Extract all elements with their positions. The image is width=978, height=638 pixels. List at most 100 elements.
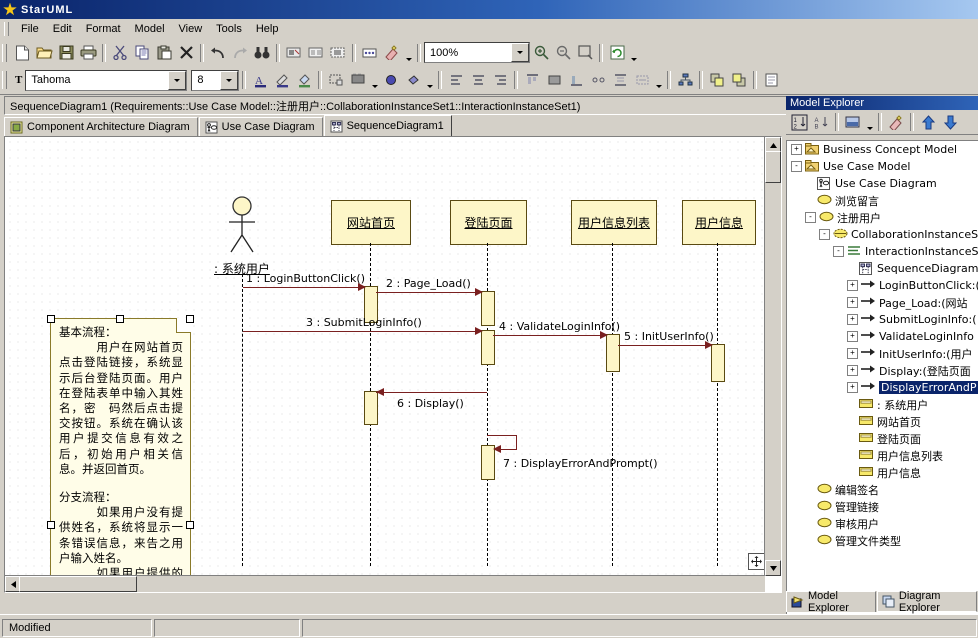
copy-icon[interactable] — [131, 42, 153, 63]
menu-model[interactable]: Model — [128, 21, 172, 37]
fill-color-icon[interactable] — [293, 70, 315, 91]
tree-item[interactable]: : 系统用户 — [787, 396, 978, 413]
properties-brush-icon[interactable] — [885, 112, 907, 133]
ungroup-icon[interactable] — [305, 42, 327, 63]
activation-bar-list-1[interactable] — [606, 334, 620, 372]
format-toolbar-grip[interactable] — [2, 71, 7, 89]
stereotype-none-icon[interactable] — [325, 70, 347, 91]
tree-expander-toggle[interactable]: - — [791, 161, 802, 172]
lifeline-box-user-info-list[interactable]: 用户信息列表 — [571, 200, 657, 245]
print-icon[interactable] — [77, 42, 99, 63]
activation-bar-userinfo-1[interactable] — [711, 344, 725, 382]
note-handle-tr[interactable] — [186, 315, 194, 323]
save-disk-icon[interactable] — [55, 42, 77, 63]
message-line-2[interactable] — [376, 292, 481, 293]
redo-arrow-icon[interactable] — [229, 42, 251, 63]
align-dropdown-arrow[interactable] — [653, 67, 664, 93]
menu-tools[interactable]: Tools — [209, 21, 249, 37]
tree-expander-toggle[interactable]: + — [847, 382, 858, 393]
move-up-arrow-icon[interactable] — [917, 112, 939, 133]
menu-file[interactable]: File — [14, 21, 46, 37]
tree-item[interactable]: 管理文件类型 — [787, 532, 978, 549]
tree-expander-toggle[interactable]: + — [847, 314, 858, 325]
paste-icon[interactable] — [153, 42, 175, 63]
zoom-dropdown-arrow[interactable] — [511, 43, 529, 62]
canvas-vertical-scrollbar[interactable] — [764, 137, 781, 576]
open-folder-icon[interactable] — [33, 42, 55, 63]
stereotype-label-icon[interactable] — [347, 70, 369, 91]
tree-expander-toggle[interactable]: + — [847, 348, 858, 359]
tree-item[interactable]: Use Case Diagram — [787, 175, 978, 192]
tab-use-case-diagram[interactable]: Use Case Diagram — [199, 117, 323, 136]
tree-expander-toggle[interactable]: + — [847, 280, 858, 291]
font-size-combo[interactable]: 8 — [191, 70, 239, 91]
lifeline-box-user-info[interactable]: 用户信息 — [682, 200, 756, 245]
vertical-scroll-thumb[interactable] — [765, 151, 781, 183]
font-size-dropdown-arrow[interactable] — [220, 71, 238, 90]
new-file-icon[interactable] — [11, 42, 33, 63]
gradient-dropdown-arrow[interactable] — [424, 67, 435, 93]
align-left-icon[interactable] — [445, 70, 467, 91]
profile-icon[interactable] — [381, 42, 403, 63]
line-color-icon[interactable] — [271, 70, 293, 91]
stereotype-dropdown-arrow[interactable] — [369, 67, 380, 93]
menu-help[interactable]: Help — [249, 21, 286, 37]
sort-numeric-icon[interactable]: 12 — [788, 112, 810, 133]
align-center-icon[interactable] — [467, 70, 489, 91]
sequence-diagram-canvas[interactable]: 基本流程： 用户在网站首页点击登陆链接，系统显示后台登陆页面。用户在登陆表单中输… — [6, 138, 764, 575]
font-name-combo[interactable]: Tahoma — [25, 70, 187, 91]
message-line-1[interactable] — [243, 287, 365, 288]
profile-dropdown-arrow[interactable] — [403, 40, 414, 66]
tree-item[interactable]: +DisplayErrorAndP — [787, 379, 978, 396]
menu-grip[interactable] — [4, 22, 9, 36]
tree-item[interactable]: +LoginButtonClick:( — [787, 277, 978, 294]
tree-item[interactable]: 管理链接 — [787, 498, 978, 515]
align-right-icon[interactable] — [489, 70, 511, 91]
tree-item[interactable]: 用户信息 — [787, 464, 978, 481]
tab-model-explorer[interactable]: Model Explorer — [786, 591, 876, 612]
model-explorer-tree[interactable]: +Business Concept Model-Use Case ModelUs… — [786, 140, 978, 636]
select-all-icon[interactable] — [327, 42, 349, 63]
layout-icon[interactable] — [674, 70, 696, 91]
align-top-icon[interactable] — [521, 70, 543, 91]
space-horizontal-icon[interactable] — [587, 70, 609, 91]
tree-item[interactable]: +Display:(登陆页面 — [787, 362, 978, 379]
cut-scissors-icon[interactable] — [109, 42, 131, 63]
lifeline-box-login-page[interactable]: 登陆页面 — [450, 200, 527, 245]
pan-move-icon[interactable] — [748, 553, 765, 570]
tree-item[interactable]: +InitUserInfo:(用户 — [787, 345, 978, 362]
tree-item[interactable]: 浏览留言 — [787, 192, 978, 209]
space-vertical-icon[interactable] — [609, 70, 631, 91]
activation-bar-home-2[interactable] — [364, 391, 378, 425]
tree-item[interactable]: +Business Concept Model — [787, 141, 978, 158]
tree-item[interactable]: -CollaborationInstanceSet1 — [787, 226, 978, 243]
horizontal-scroll-thumb[interactable] — [19, 576, 137, 592]
zoom-combo[interactable]: 100% — [424, 42, 530, 63]
message-line-3[interactable] — [243, 331, 481, 332]
lifeline-box-website-home[interactable]: 网站首页 — [331, 200, 411, 245]
diagram-note[interactable]: 基本流程： 用户在网站首页点击登陆链接，系统显示后台登陆页面。用户在登陆表单中输… — [50, 318, 191, 593]
message-line-4[interactable] — [493, 335, 606, 336]
tree-expander-toggle[interactable]: - — [833, 246, 844, 257]
zoom-in-icon[interactable] — [530, 42, 552, 63]
note-handle-tl[interactable] — [47, 315, 55, 323]
align-middle-icon[interactable] — [543, 70, 565, 91]
tree-item[interactable]: +ValidateLoginInfo — [787, 328, 978, 345]
tree-item[interactable]: SequenceDiagram1 — [787, 260, 978, 277]
auto-resize-icon[interactable] — [631, 70, 653, 91]
align-bottom-icon[interactable] — [565, 70, 587, 91]
scroll-down-button[interactable] — [765, 560, 781, 576]
actor-stick-figure-icon[interactable] — [221, 196, 263, 261]
activation-bar-login-1[interactable] — [481, 291, 495, 326]
tree-expander-toggle[interactable]: + — [847, 331, 858, 342]
tree-item[interactable]: -InteractionInstanceSet1 — [787, 243, 978, 260]
tree-item[interactable]: 登陆页面 — [787, 430, 978, 447]
tree-item[interactable]: 用户信息列表 — [787, 447, 978, 464]
font-color-icon[interactable]: A — [249, 70, 271, 91]
tab-sequencediagram1[interactable]: SequenceDiagram1 — [324, 115, 452, 136]
tab-diagram-explorer[interactable]: Diagram Explorer — [877, 591, 977, 612]
message-line-6[interactable] — [376, 392, 487, 393]
sort-alpha-icon[interactable]: AB — [810, 112, 832, 133]
tree-expander-toggle[interactable]: - — [819, 229, 830, 240]
note-handle-mr[interactable] — [186, 521, 194, 529]
